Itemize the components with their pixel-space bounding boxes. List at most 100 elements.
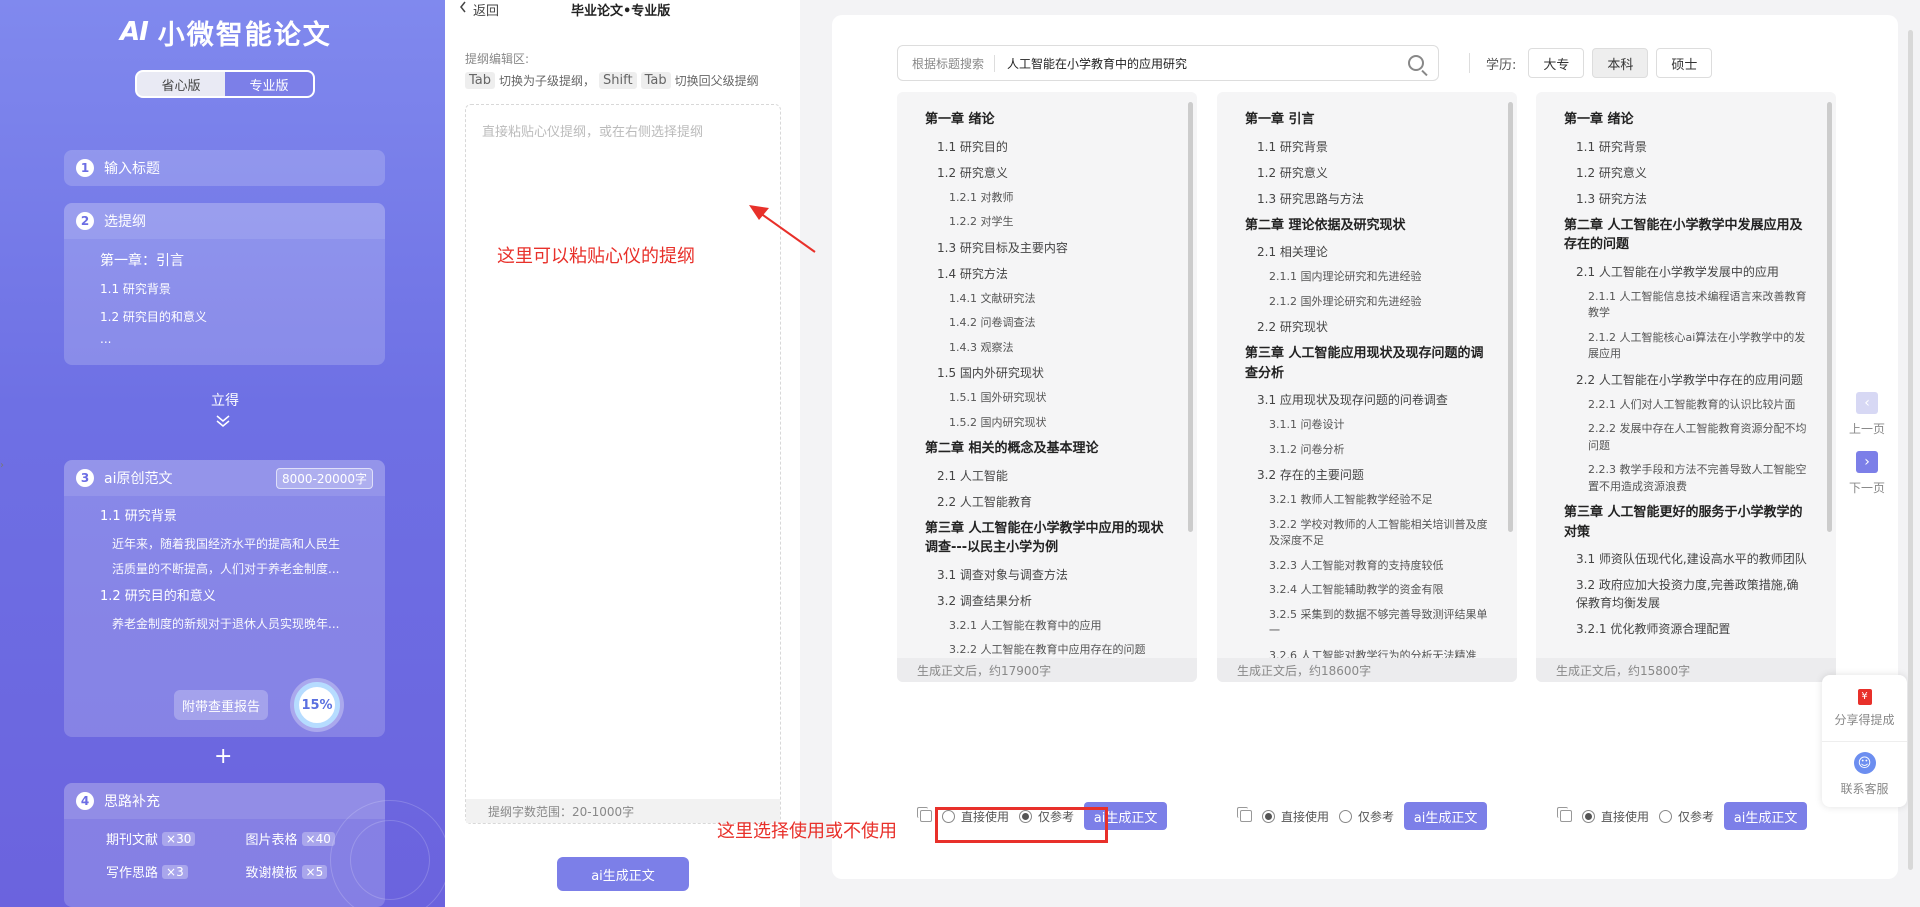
outline-card[interactable]: 第一章 绪论 1.1 研究目的 1.2 研究意义 1.2.1 对教师 1.2.2 对学生… [897,92,1197,682]
back-label: 返回 [473,4,500,19]
step-label: 选提纲 [104,214,146,230]
outline-item: 1.2 研究意义 [1257,165,1328,180]
search-input[interactable]: 人工智能在小学教育中的应用研究 [995,55,1408,72]
outline-item: 1.4 研究方法 [937,266,1008,281]
mode-simple[interactable]: 省心版 [137,72,225,96]
outline-card[interactable]: 第一章 绪论 1.1 研究背景 1.2 研究意义 1.3 研究方法 第二章 人工智能在小… [1536,92,1836,682]
copy-icon[interactable] [1557,807,1572,822]
floating-tools: ¥ 分享得提成 ☺ 联系客服 [1822,675,1907,807]
radio-reference-only[interactable]: 仅参考 [1659,808,1714,825]
step-number: 1 [76,159,94,177]
outline-item: 2.2 人工智能在小学教学中存在的应用问题 [1576,372,1803,387]
red-envelope-icon: ¥ [1857,688,1872,705]
outline-item: 3.1.2 问卷分析 [1269,442,1345,456]
outline-item: 1.3 研究目标及主要内容 [937,240,1068,255]
supplement-tags: 期刊文献 ×30 图片表格 ×40 写作思路 ×3 致谢模板 ×5 [64,819,385,881]
next-page-label: 下一页 [1848,481,1885,495]
edu-option-bachelor[interactable]: 本科 [1592,48,1649,78]
step-idea-supplement[interactable]: 4 思路补充 期刊文献 ×30 图片表格 ×40 写作思路 ×3 致谢模板 ×5 [64,783,385,907]
editor-hint-keys: Tab 切换为子级提纲， Shift Tab 切换回父级提纲 [465,72,759,89]
share-button[interactable]: ¥ 分享得提成 [1822,675,1907,741]
outline-actions: 直接使用 仅参考 ai生成正文 [1557,802,1808,830]
mode-switch: 省心版 专业版 [135,70,315,98]
tag-count: ×5 [301,864,328,879]
share-label: 分享得提成 [1834,712,1895,727]
radio-label: 仅参考 [1358,809,1395,824]
outline-item: 1.1 研究背景 [1576,139,1647,154]
outline-item: 3.2.1 人工智能在教育中的应用 [949,618,1102,632]
generate-body-button[interactable]: ai生成正文 [1724,802,1808,830]
step-label: 输入标题 [104,161,160,177]
radio-label: 仅参考 [1678,809,1715,824]
edu-option-master[interactable]: 硕士 [1656,48,1713,78]
search-bar[interactable]: 根据标题搜索 人工智能在小学教育中的应用研究 [897,45,1439,81]
outline-item: 2.2.3 教学手段和方法不完善导致人工智能空置不用造成资源浪费 [1588,463,1807,493]
outline-item: 第三章 人工智能应用现状及现存问题的调查分析 [1245,346,1484,381]
outline-item: 1.3 研究思路与方法 [1257,191,1364,206]
essay-heading: 1.2 研究目的和意义 [100,589,216,604]
radio-reference-only[interactable]: 仅参考 [1339,808,1394,825]
scrollbar[interactable] [1508,102,1513,532]
outline-item: 2.1.2 人工智能核心ai算法在小学教学中的发展应用 [1588,330,1806,361]
edu-option-junior-college[interactable]: 大专 [1528,48,1585,78]
outline-item: 1.2.2 对学生 [949,215,1014,228]
mode-pro[interactable]: 专业版 [225,72,313,96]
outline-item: 2.1 相关理论 [1257,245,1328,259]
tag-journals: 期刊文献 ×30 [106,829,246,848]
outline-card[interactable]: 第一章 引言 1.1 研究背景 1.2 研究意义 1.3 研究思路与方法 第二章 理论依… [1217,92,1517,682]
outline-item: 2.2.2 发展中存在人工智能教育资源分配不均问题 [1588,422,1807,452]
radio-circle-icon [1582,809,1595,823]
step-select-outline[interactable]: 2 选提纲 第一章：引言 1.1 研究背景 1.2 研究目的和意义 ... [64,203,385,365]
outline-item: 3.2.4 人工智能辅助教学的资金有限 [1269,583,1444,596]
copy-icon[interactable] [917,807,932,822]
outline-item: 3.2.3 人工智能对教育的支持度较低 [1269,558,1444,572]
tag-count: ×40 [301,831,335,846]
prev-page-label: 上一页 [1848,422,1885,436]
step-label: ai原创范文 [104,471,173,487]
textarea-placeholder: 直接粘贴心仪提纲，或在右侧选择提纲 [482,125,704,140]
radio-use-directly[interactable]: 直接使用 [1582,808,1649,825]
outline-item: 3.2 政府应加大投资力度,完善政策措施,确保教育均衡发展 [1576,578,1799,610]
tag-label: 期刊文献 [106,833,159,848]
outline-item: 3.2.1 优化教师资源合理配置 [1576,622,1731,636]
outline-item: 3.2.2 学校对教师的人工智能相关培训普及度及深度不足 [1269,517,1488,548]
search-icon[interactable] [1408,55,1424,71]
generate-body-button[interactable]: ai生成正文 [557,857,689,891]
outline-item: 第一章 引言 [1245,112,1315,127]
app-root: AI 小微智能论文 省心版 专业版 1 输入标题 2 选提纲 第一章：引言 1.… [0,0,1920,907]
outline-item: 3.1 师资队伍现代化,建设高水平的教师团队 [1576,552,1807,566]
outline-list: 第一章 引言 1.1 研究背景 1.2 研究意义 1.3 研究思路与方法 第二章 理论依… [1217,92,1509,667]
step-ai-essay[interactable]: 3 ai原创范文 8000-20000字 1.1 研究背景 近年来，随着我国经济… [64,460,385,737]
key-shift: Shift [599,72,637,89]
education-label: 学历: [1486,57,1517,73]
step-number: 4 [76,792,94,810]
outline-item: 1.1 研究背景 [100,282,171,296]
contact-button[interactable]: ☺ 联系客服 [1822,741,1907,807]
outline-item: 第三章 人工智能在小学教学中应用的现状调查---以民主小学为例 [925,520,1164,556]
back-button[interactable]: 返回 [459,0,499,19]
annotation-paste-note: 这里可以粘贴心仪的提纲 [497,246,695,267]
step-number: 3 [76,469,94,487]
pager: ‹ 上一页 › 下一页 [1842,392,1892,496]
radio-circle-icon [1262,809,1275,823]
generate-body-button[interactable]: ai生成正文 [1404,802,1488,830]
outline-item: 1.1 研究目的 [937,139,1008,154]
key-tab: Tab [640,72,671,89]
scrollbar[interactable] [1188,102,1193,532]
radio-use-directly[interactable]: 直接使用 [1262,808,1329,825]
tag-label: 写作思路 [106,866,159,881]
page-scrollbar[interactable] [1908,30,1913,870]
scrollbar[interactable] [1827,102,1832,532]
next-page-button[interactable]: › [1856,451,1878,473]
tag-count: ×3 [162,864,188,879]
copy-icon[interactable] [1237,807,1252,822]
outline-item: 2.1 人工智能 [937,468,1008,483]
outline-item: 1.3 研究方法 [1576,191,1647,206]
prev-page-button[interactable]: ‹ [1856,392,1878,414]
outline-textarea[interactable]: 直接粘贴心仪提纲，或在右侧选择提纲 提纲字数范围：20-1000字 [465,104,781,824]
key-tab: Tab [465,72,496,89]
outline-item: 第一章 绪论 [925,112,995,127]
outline-item: 2.1.1 国内理论研究和先进经验 [1269,270,1422,283]
logo: AI 小微智能论文 [120,12,332,52]
step-input-title[interactable]: 1 输入标题 [64,150,385,186]
